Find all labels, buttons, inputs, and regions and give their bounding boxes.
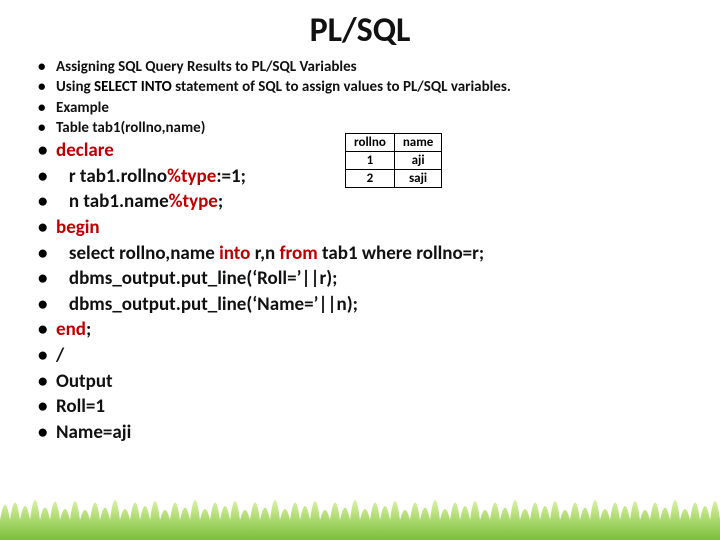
intro-line-2-select-into: SELECT INTO	[94, 78, 172, 96]
output-roll: Roll=1	[30, 394, 690, 420]
th-name: name	[394, 134, 442, 152]
code-r-a: r tab1.rollno	[56, 165, 167, 188]
code-select-b: r,n	[250, 242, 279, 265]
kw-declare: declare	[56, 139, 114, 162]
grass-decoration	[0, 480, 720, 540]
intro-line-2-c: statement of SQL to assign values to PL/…	[172, 78, 511, 96]
kw-type-1: %type	[167, 165, 216, 188]
intro-line-3: Example	[30, 98, 690, 118]
kw-end: end	[56, 318, 86, 341]
intro-line-2: Using SELECT INTO statement of SQL to as…	[30, 77, 690, 97]
slide: PL/SQL Assigning SQL Query Results to PL…	[0, 0, 720, 540]
code-select-a: select rollno,name	[56, 242, 219, 265]
intro-line-2-a: Using	[56, 78, 94, 96]
code-n-b: ;	[218, 190, 223, 213]
table-header-row: rollno name	[346, 134, 442, 152]
code-n-a: n tab1.name	[56, 190, 169, 213]
table-row: 1 aji	[346, 152, 442, 170]
code-r-b: :=1;	[216, 165, 246, 188]
code-select-c: tab1 where rollno=r;	[318, 242, 484, 265]
code-begin: begin	[30, 215, 690, 241]
code-slash: /	[30, 343, 690, 369]
kw-into: into	[219, 242, 250, 265]
data-table: rollno name 1 aji 2 saji	[345, 133, 442, 188]
table-row: 2 saji	[346, 170, 442, 188]
td-r1c2: aji	[394, 152, 442, 170]
output-label: Output	[30, 369, 690, 395]
intro-line-1: Assigning SQL Query Results to PL/SQL Va…	[30, 57, 690, 77]
code-n-decl: n tab1.name%type;	[30, 189, 690, 215]
td-r2c1: 2	[346, 170, 395, 188]
code-end-semi: ;	[86, 318, 91, 341]
kw-type-2: %type	[169, 190, 218, 213]
th-rollno: rollno	[346, 134, 395, 152]
output-name: Name=aji	[30, 420, 690, 446]
kw-begin: begin	[56, 216, 100, 239]
td-r2c2: saji	[394, 170, 442, 188]
code-end: end;	[30, 317, 690, 343]
code-select: select rollno,name into r,n from tab1 wh…	[30, 241, 690, 267]
intro-list: Assigning SQL Query Results to PL/SQL Va…	[30, 57, 690, 138]
code-putline-name: dbms_output.put_line(‘Name=’||n);	[30, 292, 690, 318]
page-title: PL/SQL	[30, 10, 690, 51]
td-r1c1: 1	[346, 152, 395, 170]
code-putline-roll: dbms_output.put_line(‘Roll=’||r);	[30, 266, 690, 292]
kw-from: from	[279, 242, 317, 265]
